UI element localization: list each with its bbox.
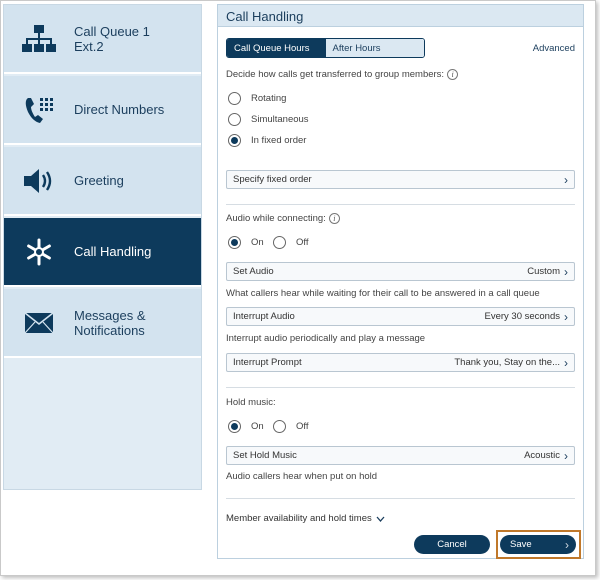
sidebar-item-messages-notifications[interactable]: Messages & Notifications [4, 289, 201, 358]
set-audio-button[interactable]: Set Audio Custom › [226, 262, 575, 281]
set-hold-music-button[interactable]: Set Hold Music Acoustic › [226, 446, 575, 465]
radio-label: On [251, 237, 264, 248]
sidebar-item-greeting[interactable]: Greeting [4, 147, 201, 216]
radio-audio-on[interactable]: On [228, 236, 264, 249]
transfer-prompt: Decide how calls get transferred to grou… [226, 69, 459, 81]
sidebar-item-call-queue[interactable]: Call Queue 1 Ext.2 [4, 5, 201, 74]
radio-label: Rotating [251, 93, 287, 104]
radio-selected-dot [231, 239, 238, 246]
chevron-right-icon: › [564, 355, 568, 370]
hours-tabs: Call Queue Hours After Hours [226, 38, 425, 58]
setting-value: Thank you, Stay on the... [454, 357, 560, 368]
sidebar-item-direct-numbers[interactable]: Direct Numbers [4, 76, 201, 145]
radio-label: In fixed order [251, 135, 307, 146]
member-availability-toggle[interactable]: Member availability and hold times [226, 513, 385, 524]
radio-button[interactable] [228, 420, 241, 433]
cancel-button[interactable]: Cancel [414, 535, 490, 554]
radio-button[interactable] [228, 113, 241, 126]
interrupt-audio-description: Interrupt audio periodically and play a … [226, 333, 426, 344]
sidebar-item-label: Direct Numbers [74, 102, 165, 117]
divider [226, 498, 575, 499]
save-label: Save [510, 539, 532, 550]
chevron-right-icon: › [564, 309, 568, 324]
divider [226, 204, 575, 205]
chevron-right-icon: › [564, 172, 568, 187]
setting-label: Interrupt Audio [233, 311, 295, 322]
radio-in-fixed-order[interactable]: In fixed order [228, 134, 306, 147]
setting-value: Custom [527, 266, 560, 277]
interrupt-prompt-button[interactable]: Interrupt Prompt Thank you, Stay on the.… [226, 353, 575, 372]
audio-connecting-text: Audio while connecting: [226, 213, 326, 225]
radio-selected-dot [231, 137, 238, 144]
org-chart-icon [4, 24, 74, 54]
tab-after-hours[interactable]: After Hours [325, 39, 424, 57]
save-button[interactable]: Save › [500, 535, 576, 554]
radio-button[interactable] [273, 236, 286, 249]
chevron-right-icon: › [564, 448, 568, 463]
hold-music-description: Audio callers hear when put on hold [226, 471, 378, 482]
set-audio-description: What callers hear while waiting for thei… [226, 288, 540, 299]
radio-label: Off [296, 237, 309, 248]
page-title: Call Handling [226, 9, 304, 24]
envelope-icon [4, 311, 74, 334]
asterisk-icon [4, 236, 74, 268]
setting-value: Every 30 seconds [484, 311, 560, 322]
radio-button[interactable] [228, 236, 241, 249]
radio-label: Simultaneous [251, 114, 309, 125]
setting-label: Specify fixed order [233, 174, 312, 185]
interrupt-audio-button[interactable]: Interrupt Audio Every 30 seconds › [226, 307, 575, 326]
radio-label: On [251, 421, 264, 432]
radio-button[interactable] [228, 134, 241, 147]
speaker-icon [4, 167, 74, 195]
specify-fixed-order-button[interactable]: Specify fixed order › [226, 170, 575, 189]
sidebar-item-label: Call Queue 1 Ext.2 [74, 23, 150, 54]
setting-label: Set Hold Music [233, 450, 297, 461]
radio-simultaneous[interactable]: Simultaneous [228, 113, 309, 126]
radio-selected-dot [231, 423, 238, 430]
transfer-prompt-text: Decide how calls get transferred to grou… [226, 69, 445, 81]
radio-hold-on[interactable]: On [228, 420, 264, 433]
radio-rotating[interactable]: Rotating [228, 92, 286, 105]
tab-call-queue-hours[interactable]: Call Queue Hours [227, 39, 326, 57]
setting-value: Acoustic [524, 450, 560, 461]
radio-button[interactable] [228, 92, 241, 105]
divider [226, 387, 575, 388]
chevron-right-icon: › [565, 537, 569, 552]
radio-hold-off[interactable]: Off [273, 420, 309, 433]
info-icon[interactable]: i [447, 69, 459, 80]
sidebar-item-label: Messages & Notifications [74, 307, 146, 338]
radio-audio-off[interactable]: Off [273, 236, 309, 249]
phone-keypad-icon [4, 95, 74, 125]
chevron-down-icon [376, 516, 385, 522]
call-handling-panel: Call Handling Call Queue Hours After Hou… [217, 4, 584, 559]
hold-music-label: Hold music: [226, 397, 276, 408]
radio-label: Off [296, 421, 309, 432]
sidebar: Call Queue 1 Ext.2 Direct Numbers Greeti… [3, 4, 202, 490]
setting-label: Set Audio [233, 266, 274, 277]
info-icon[interactable]: i [328, 213, 340, 224]
sidebar-item-call-handling[interactable]: Call Handling [4, 218, 201, 287]
sidebar-item-label: Call Handling [74, 244, 152, 259]
setting-label: Interrupt Prompt [233, 357, 302, 368]
panel-header: Call Handling [218, 5, 583, 27]
audio-connecting-label: Audio while connecting: i [226, 213, 340, 224]
advanced-link[interactable]: Advanced [533, 43, 575, 54]
radio-button[interactable] [273, 420, 286, 433]
member-availability-label: Member availability and hold times [226, 513, 372, 524]
chevron-right-icon: › [564, 264, 568, 279]
sidebar-item-label: Greeting [74, 173, 124, 188]
